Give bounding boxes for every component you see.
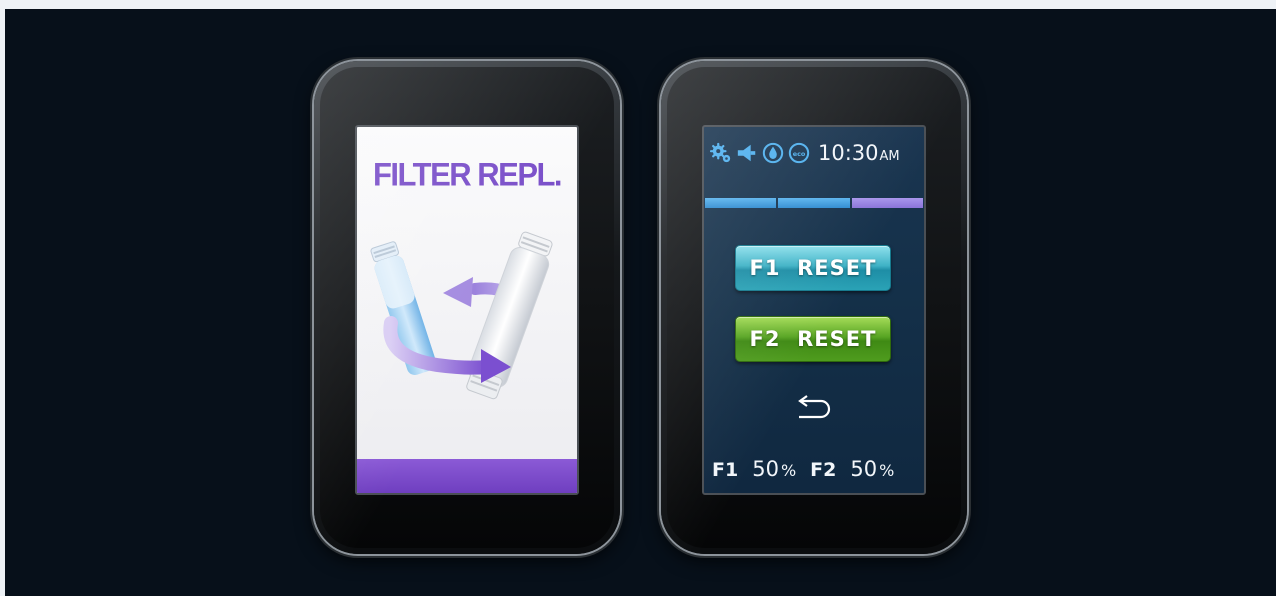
back-arrow-icon [798, 395, 831, 419]
filter-2-value: 50 [850, 457, 878, 481]
gear-icon[interactable] [710, 142, 732, 164]
f2-reset-button[interactable]: F2 RESET [735, 316, 891, 362]
f1-reset-button[interactable]: F1 RESET [735, 245, 891, 291]
filter-progress-bar [705, 198, 923, 208]
clock-period: AM [879, 149, 900, 164]
clock-time: 10:30 [818, 141, 879, 165]
filter-1-label: F1 [712, 459, 739, 481]
back-button[interactable] [788, 391, 838, 425]
filter-2-label: F2 [810, 459, 837, 481]
svg-text:eco: eco [793, 150, 806, 158]
footer-bar [357, 459, 577, 493]
filter-replacement-title: FILTER REPL. [372, 156, 563, 193]
filter-replacement-screen: FILTER REPL. [355, 125, 579, 495]
background-stage: FILTER REPL. eco 10:30AM F1 RESET F2 RES… [5, 9, 1276, 596]
filter-1-unit: % [780, 461, 797, 480]
filter-2-unit: % [879, 461, 895, 480]
speaker-icon[interactable] [736, 142, 758, 164]
progress-segment [705, 198, 777, 208]
progress-segment [778, 198, 850, 208]
filter-replacement-icon [370, 231, 553, 400]
filter-1-value: 50 [752, 457, 779, 481]
status-bar: eco 10:30AM [710, 139, 920, 167]
water-drop-icon[interactable] [762, 142, 784, 164]
eco-icon[interactable]: eco [788, 142, 810, 164]
clock: 10:30AM [818, 141, 900, 165]
right-device-frame: eco 10:30AM F1 RESET F2 RESET F1 50 % F2… [661, 61, 967, 554]
filter-levels: F1 50 % F2 50 % [712, 457, 918, 483]
filter-reset-screen: eco 10:30AM F1 RESET F2 RESET F1 50 % F2… [702, 125, 926, 495]
progress-segment [851, 198, 923, 208]
left-device-frame: FILTER REPL. [314, 61, 620, 554]
